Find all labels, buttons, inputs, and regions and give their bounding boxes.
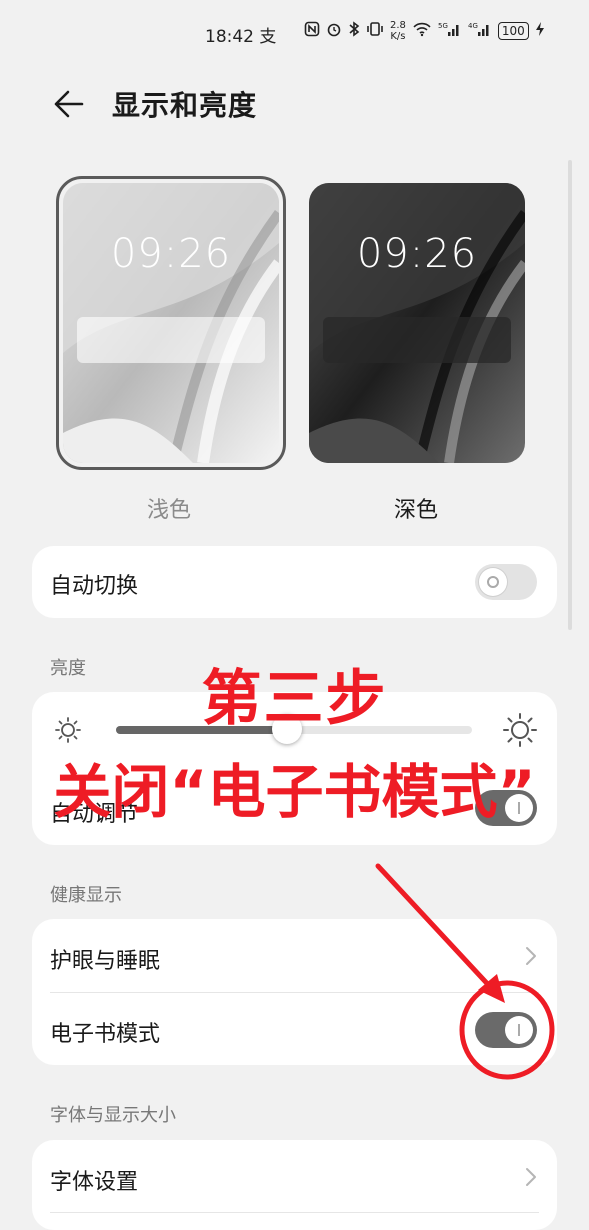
light-theme-preview: 09:26 — [63, 183, 279, 463]
annotation-instruction-text: 关闭“电子书模式” — [53, 758, 536, 826]
svg-text:5G: 5G — [438, 22, 448, 30]
back-arrow-icon[interactable] — [50, 86, 86, 122]
alarm-icon — [326, 21, 342, 41]
signal-5g-icon: 5G — [438, 21, 462, 41]
font-settings-label: 字体设置 — [50, 1170, 139, 1195]
auto-switch-label: 自动切换 — [50, 574, 139, 599]
nfc-icon — [304, 21, 320, 41]
page-title: 显示和亮度 — [112, 89, 258, 122]
dark-theme-preview: 09:26 — [309, 183, 525, 463]
eye-comfort-row[interactable]: 护眼与睡眠 — [32, 919, 557, 992]
svg-text:4G: 4G — [468, 22, 478, 30]
annotation-step-text: 第三步 — [201, 664, 388, 734]
vibrate-icon — [366, 21, 384, 41]
light-theme-label[interactable]: 浅色 — [147, 492, 191, 524]
light-theme-card[interactable]: 09:26 — [56, 176, 286, 470]
eye-comfort-label: 护眼与睡眠 — [50, 949, 161, 974]
chevron-right-icon — [524, 1166, 538, 1188]
header: 显示和亮度 — [0, 66, 589, 142]
divider — [50, 1212, 539, 1213]
font-settings-row[interactable]: 字体设置 — [32, 1140, 557, 1230]
font-display-section-label: 字体与显示大小 — [50, 1105, 176, 1126]
net-speed: 2.8 K/s — [390, 20, 406, 42]
health-display-card: 护眼与睡眠 电子书模式 — [32, 919, 557, 1065]
ebook-mode-label: 电子书模式 — [50, 1022, 161, 1047]
battery-icon: 100 — [497, 22, 529, 40]
alipay-icon: 支 — [259, 27, 277, 47]
ebook-mode-toggle[interactable] — [475, 1012, 537, 1048]
dark-theme-card[interactable]: 09:26 — [309, 183, 525, 463]
signal-4g-icon: 4G — [468, 21, 492, 41]
status-bar: 18:42 支 2.8 K/s 5G 4G 100 — [0, 0, 589, 66]
bluetooth-icon — [348, 21, 360, 41]
charging-icon — [535, 21, 545, 41]
wifi-icon — [412, 21, 432, 41]
status-icons: 2.8 K/s 5G 4G 100 — [304, 20, 545, 42]
light-preview-time: 09:26 — [110, 231, 232, 277]
health-display-section-label: 健康显示 — [50, 885, 122, 906]
dark-theme-label[interactable]: 深色 — [394, 492, 438, 524]
auto-switch-row[interactable]: 自动切换 — [32, 546, 557, 618]
light-preview-block — [77, 317, 265, 363]
chevron-right-icon — [524, 945, 538, 967]
dark-preview-block — [323, 317, 511, 363]
ebook-mode-row[interactable]: 电子书模式 — [32, 992, 557, 1065]
status-time: 18:42 — [205, 27, 254, 47]
dark-preview-time: 09:26 — [356, 231, 478, 277]
scrollbar[interactable] — [568, 160, 572, 630]
auto-switch-toggle[interactable] — [475, 564, 537, 600]
